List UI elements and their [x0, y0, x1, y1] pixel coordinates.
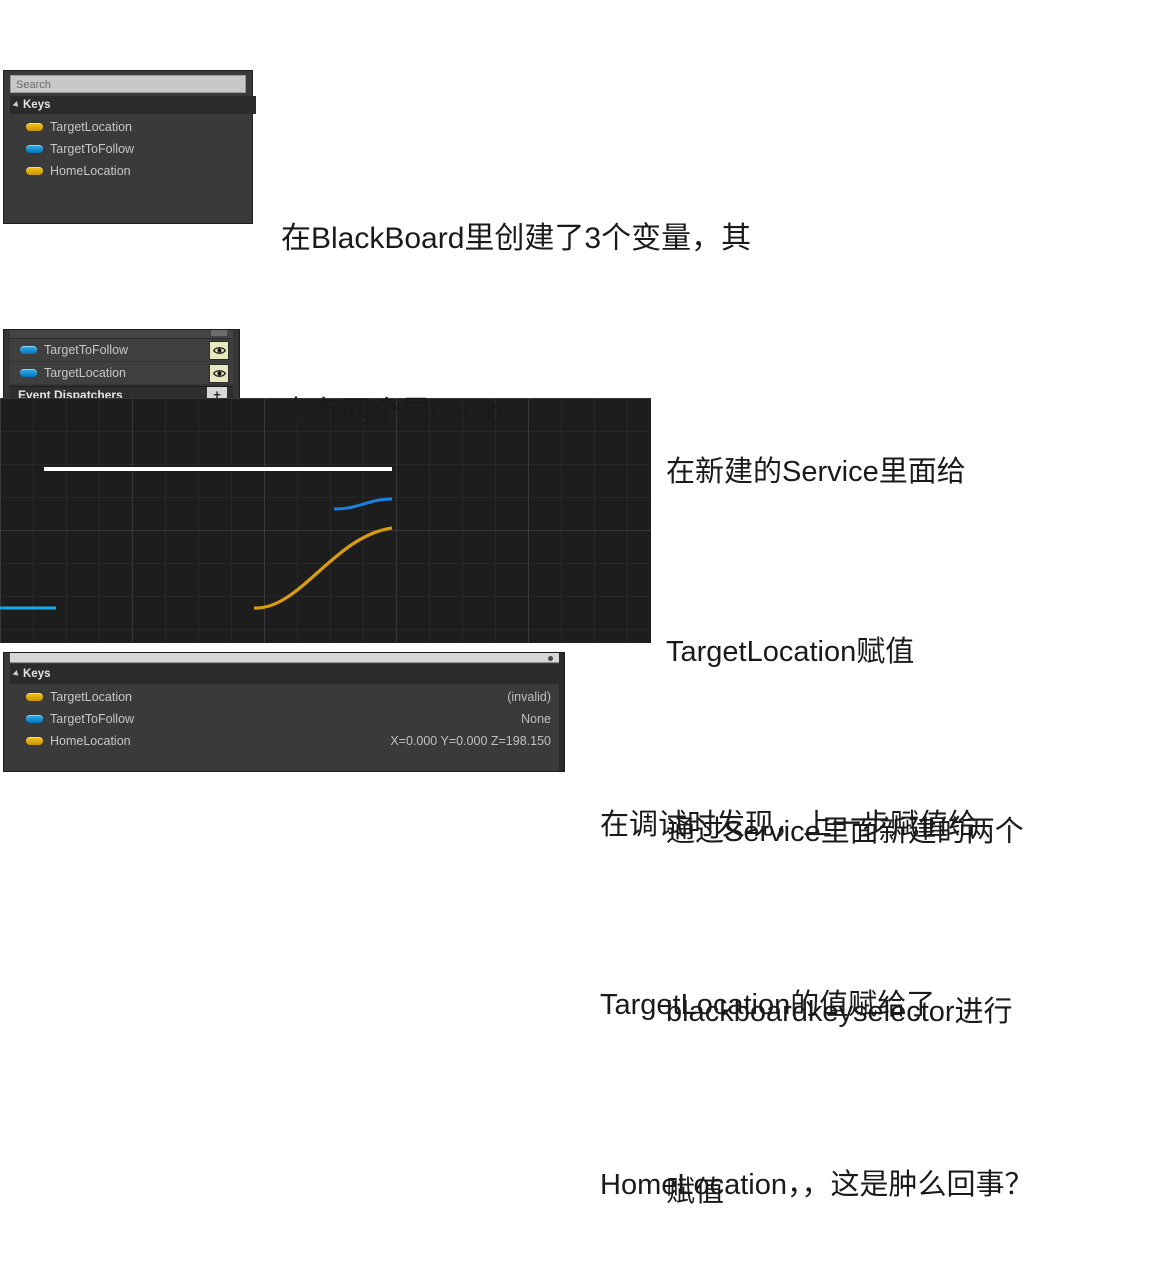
list-item[interactable]: TargetToFollow [10, 138, 252, 160]
vector-type-icon [26, 167, 43, 175]
keys-section-header[interactable]: Keys [10, 664, 559, 684]
list-item[interactable]: TargetLocation [10, 116, 252, 138]
panel-toolbar-strip [10, 653, 559, 663]
annotation-note-3: 在调试时发现，上一步赋值给 TargetLocation的值赋给了 HomeLo… [600, 675, 1034, 1275]
clipped-row-above [10, 330, 233, 339]
key-name: HomeLocation [50, 734, 131, 748]
blackboard-keys-panel: Search Keys TargetLocation TargetToFollo… [4, 71, 256, 223]
keys-section-header[interactable]: Keys [10, 96, 256, 114]
my-blueprint-variables-panel: TargetToFollow TargetLocation Event Disp… [4, 330, 239, 402]
object-type-icon [20, 346, 37, 354]
note-line: TargetLocation的值赋给了 [600, 989, 936, 1021]
object-type-icon [26, 715, 43, 723]
object-type-icon [26, 145, 43, 153]
blackboard-key-list: TargetLocation TargetToFollow HomeLocati… [10, 116, 252, 182]
table-row[interactable]: TargetToFollow None [10, 708, 559, 730]
key-name: TargetLocation [50, 690, 133, 704]
chevron-down-icon [12, 101, 21, 109]
key-value: X=0.000 Y=0.000 Z=198.150 [390, 734, 551, 748]
key-name: TargetToFollow [50, 712, 135, 726]
key-name: HomeLocation [50, 164, 131, 178]
search-input[interactable]: Search [10, 75, 246, 93]
toolbar-dot-icon [548, 656, 553, 661]
note-line: 在新建的Service里面给 [666, 456, 966, 488]
table-row[interactable]: TargetLocation (invalid) [10, 686, 559, 708]
variable-name: TargetToFollow [44, 343, 129, 357]
clipped-eye-icon [211, 330, 227, 336]
list-item[interactable]: TargetToFollow [10, 339, 233, 361]
note-line: 在BlackBoard里创建了3个变量，其 [281, 222, 752, 255]
object-type-icon [20, 369, 37, 377]
keys-section-label: Keys [23, 99, 51, 111]
list-item[interactable]: HomeLocation [10, 160, 252, 182]
blackboard-debug-panel: Keys TargetLocation (invalid) TargetToFo… [4, 653, 564, 771]
variable-name: TargetLocation [44, 366, 127, 380]
note-line: 在调试时发现，上一步赋值给 [600, 809, 978, 841]
keys-section-label: Keys [23, 668, 51, 680]
vector-type-icon [26, 123, 43, 131]
panel-right-edge [559, 653, 564, 771]
list-item[interactable]: TargetLocation [10, 362, 233, 384]
key-name: TargetLocation [50, 120, 133, 134]
table-row[interactable]: HomeLocation X=0.000 Y=0.000 Z=198.150 [10, 730, 559, 752]
eye-icon[interactable] [209, 364, 229, 383]
debug-key-list: TargetLocation (invalid) TargetToFollow … [10, 686, 559, 752]
chevron-down-icon [12, 670, 21, 678]
eye-icon[interactable] [209, 341, 229, 360]
key-name: TargetToFollow [50, 142, 135, 156]
key-value: None [521, 712, 551, 726]
vector-type-icon [26, 737, 43, 745]
note-line: TargetLocation赋值 [666, 636, 915, 668]
vector-type-icon [26, 693, 43, 701]
key-value: (invalid) [507, 690, 551, 704]
note-line: HomeLocation，，这是肿么回事？ [600, 1169, 1034, 1201]
